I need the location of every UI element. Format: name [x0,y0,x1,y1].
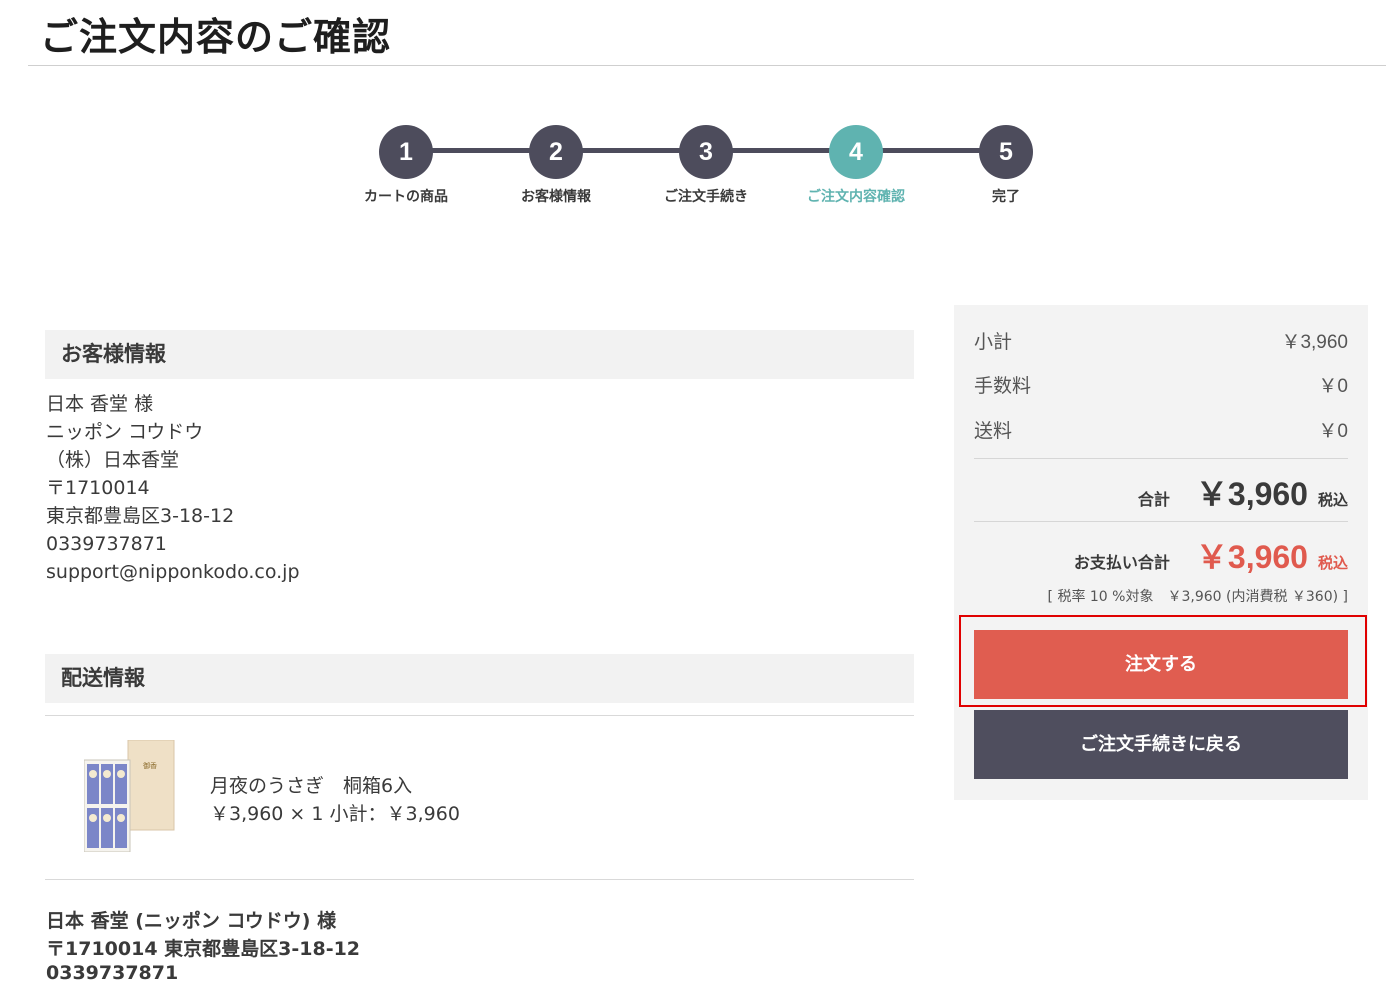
step-4-label: ご注文内容確認 [807,189,905,205]
step-1-circle: 1 [379,125,433,179]
total-tax-label: 税込 [1317,491,1348,509]
product-thumbnail[interactable]: 御香 [84,740,176,852]
order-summary-panel: 小計 ￥3,960 手数料 ￥0 送料 ￥0 合計 ￥3,960 税込 お支払い… [954,305,1368,800]
step-1-label: カートの商品 [364,189,448,205]
payment-total-row: お支払い合計 ￥3,960 税込 [1074,532,1348,578]
subtotal-label: 小計 [974,331,1013,353]
step-5-circle: 5 [979,125,1033,179]
shipping-divider-top [45,715,914,716]
shipping-info-heading: 配送情報 [45,654,914,703]
payment-tax-label: 税込 [1317,554,1348,572]
total-row: 合計 ￥3,960 税込 [1138,469,1348,515]
fee-label: 手数料 [974,375,1032,397]
back-to-checkout-button[interactable]: ご注文手続きに戻る [974,710,1348,779]
step-3-circle: 3 [679,125,733,179]
step-4-circle: 4 [829,125,883,179]
step-5-label: 完了 [992,189,1020,205]
shipping-fee-value: ￥0 [1318,421,1348,442]
total-value: ￥3,960 [1195,476,1308,512]
payment-total-label: お支払い合計 [1073,553,1170,572]
summary-divider-1 [974,458,1348,459]
step-2-label: お客様情報 [521,189,591,205]
recipient-phone: 0339737871 [46,962,179,984]
summary-divider-2 [974,521,1348,522]
customer-phone: 0339737871 [46,533,167,555]
customer-name: 日本 香堂 様 [46,393,154,415]
payment-total-value: ￥3,960 [1195,539,1308,575]
customer-email: support@nipponkodo.co.jp [46,561,300,583]
total-label: 合計 [1137,490,1170,509]
customer-company: （株）日本香堂 [46,449,180,471]
svg-text:御香: 御香 [143,761,157,770]
product-name[interactable]: 月夜のうさぎ 桐箱6入 [210,771,412,798]
subtotal-value: ￥3,960 [1281,332,1348,353]
shipping-divider-bottom [45,879,914,880]
customer-address: 東京都豊島区3-18-12 [46,505,235,527]
fee-value: ￥0 [1318,376,1348,397]
place-order-button[interactable]: 注文する [974,630,1348,699]
step-3-label: ご注文手続き [664,189,748,205]
customer-kana: ニッポン コウドウ [46,421,204,443]
customer-info-heading: お客様情報 [45,330,914,379]
recipient-name: 日本 香堂 (ニッポン コウドウ) 様 [46,910,337,932]
product-price-line: ￥3,960 × 1 小計：￥3,960 [210,803,460,825]
recipient-address: 〒1710014 東京都豊島区3-18-12 [46,938,361,960]
shipping-fee-label: 送料 [974,420,1013,442]
tax-note: [ 税率 10 %対象 ￥3,960 (内消費税 ￥360) ] [1047,589,1348,605]
progress-stepper: 1 カートの商品 2 お客様情報 3 ご注文手続き 4 ご注文内容確認 5 完了 [0,0,1399,230]
step-2-circle: 2 [529,125,583,179]
customer-postal: 〒1710014 [46,477,150,499]
